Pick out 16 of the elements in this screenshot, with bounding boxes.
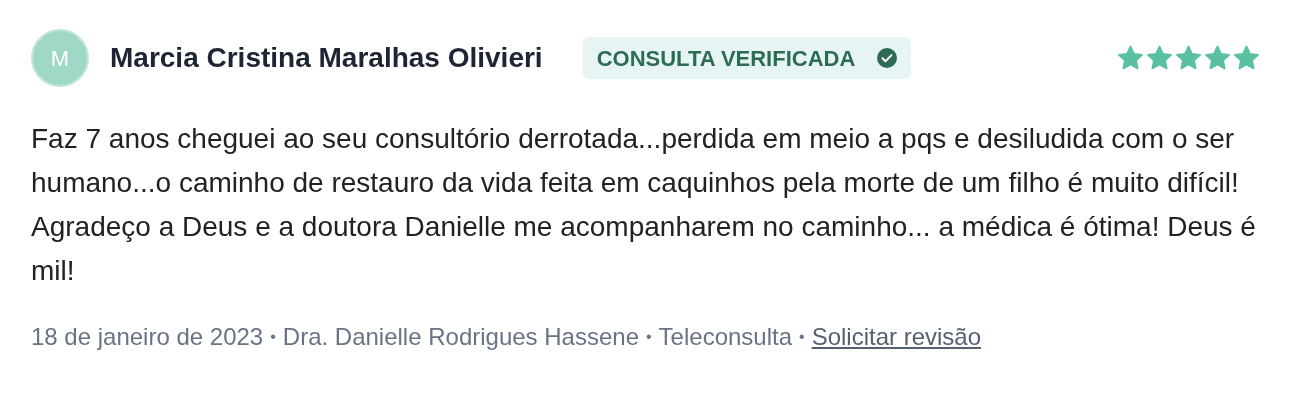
star-icon [1146, 45, 1173, 71]
meta-text: 18 de janeiro de 2023 [31, 322, 264, 352]
star-icon [1233, 45, 1260, 71]
meta-text: Teleconsulta [658, 322, 793, 352]
separator-dot: • [646, 327, 652, 347]
avatar: M [31, 29, 89, 87]
meta-text: Dra. Danielle Rodrigues Hassene [282, 322, 639, 352]
star-icon [1117, 45, 1144, 71]
star-icon [1204, 45, 1231, 71]
request-review-link[interactable]: Solicitar revisão [811, 319, 982, 355]
star-icon [1175, 45, 1202, 71]
separator-dot: • [799, 327, 805, 347]
badge-label: CONSULTA VERIFICADA [596, 44, 856, 73]
review-text: Faz 7 anos cheguei ao seu consultório derrotada...perdida em meio a pqs e desiludida com o ser humano...o caminho de restauro da vida feita em caquinhos pela morte de um filho é muito difícil! Agradeço a Deus e a doutora Danielle me acompanharem no caminho... a médica é ótima! Deus é mil! [31, 122, 1257, 288]
author-name: Marcia Cristina Maralhas Olivieri [110, 41, 543, 75]
separator-dot: • [270, 327, 276, 347]
